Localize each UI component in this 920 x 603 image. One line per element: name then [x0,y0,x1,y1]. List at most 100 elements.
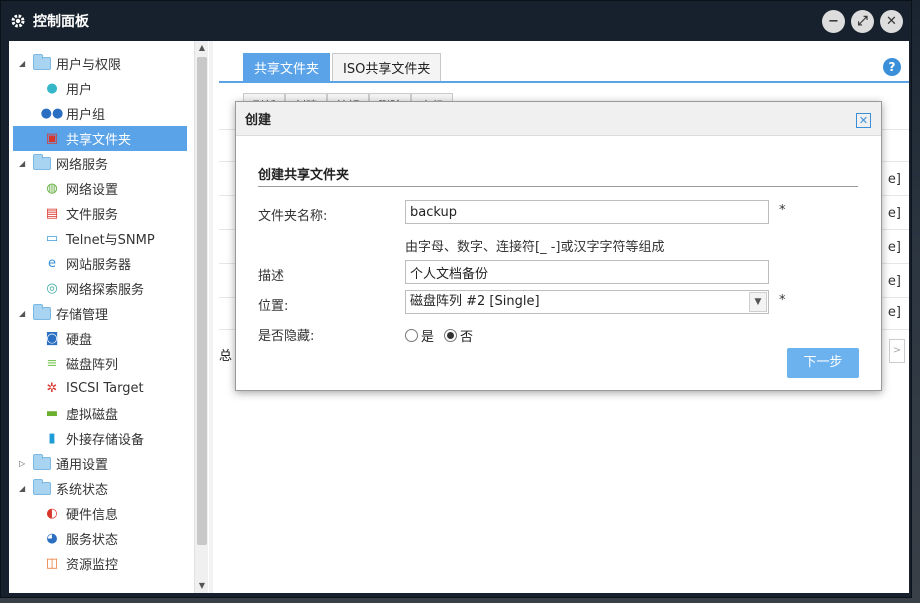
sidebar-group-label: 用户与权限 [56,58,122,73]
file-service-icon: ▤ [45,206,59,221]
iscsi-icon: ✲ [46,381,58,396]
sidebar-item-label: ISCSI Target [66,381,144,396]
description-input[interactable] [405,260,769,284]
sidebar-group-label: 存储管理 [56,308,109,323]
expand-arrow-icon[interactable]: ◢ [19,59,33,68]
sidebar-item-label: 共享文件夹 [66,133,132,148]
sidebar-group[interactable]: ◢ 存储管理 [9,301,209,326]
dialog-title: 创建 [245,113,272,128]
sidebar-item-label: Telnet与SNMP [66,233,155,248]
sidebar-item[interactable]: ▮ 外接存储设备 [9,426,209,451]
dialog-header: 创建 [236,102,881,136]
section-divider [258,186,858,187]
next-page-button[interactable]: > [889,339,905,363]
sidebar-item[interactable]: ◕ 服务状态 [9,526,209,551]
next-step-button[interactable]: 下一步 [787,348,859,378]
expand-arrow-icon[interactable]: ◢ [19,159,33,168]
sidebar-item-label: 网络设置 [66,183,119,198]
sidebar-item-label: 文件服务 [66,208,119,223]
expand-arrow-icon[interactable]: ◢ [19,484,33,493]
sidebar-item[interactable]: ◎ 网络探索服务 [9,276,209,301]
location-select[interactable]: 磁盘阵列 #2 [Single] ▼ [405,290,769,314]
hardware-info-icon: ◐ [46,506,58,521]
sidebar-item-label: 资源监控 [66,558,119,573]
folder-icon [33,304,51,320]
sidebar-item[interactable]: ▭ Telnet与SNMP [9,226,209,251]
table-row-cell: e] [887,305,901,320]
sidebar-item-label: 服务状态 [66,533,119,548]
sidebar-item[interactable]: e 网站服务器 [9,251,209,276]
tab-iso-shared-folder[interactable]: ISO共享文件夹 [332,53,442,81]
minimize-button[interactable]: − [822,9,845,33]
sidebar-item-label: 磁盘阵列 [66,358,119,373]
sidebar-group-label: 系统状态 [56,483,109,498]
folder-icon [33,479,51,495]
raid-icon: ≡ [46,356,58,371]
sidebar-item[interactable]: ◍ 网络设置 [9,176,209,201]
sidebar-tree: ◢ 用户与权限 ● 用户 ●● 用户组 ▣ 共享文件夹 ◢ 网络服务 ◍ 网络设置 ▤ 文件服务 ▭ Teln… [9,41,209,576]
sidebar-group[interactable]: ◢ 用户与权限 [9,51,209,76]
collapse-arrow-icon[interactable]: ▷ [19,459,33,468]
sidebar-group-label: 通用设置 [56,458,109,473]
scroll-down-icon[interactable]: ▼ [195,579,209,593]
resource-monitor-icon: ◫ [45,556,59,571]
sidebar-item-label: 网络探索服务 [66,283,145,298]
sidebar-group[interactable]: ▷ 通用设置 [9,451,209,476]
maximize-button[interactable]: ⤢ [851,9,874,33]
sidebar-group[interactable]: ◢ 网络服务 [9,151,209,176]
sidebar-item[interactable]: ≡ 磁盘阵列 [9,351,209,376]
hidden-no-radio[interactable] [444,329,458,342]
sidebar-item[interactable]: ● 用户 [9,76,209,101]
tab-bar: 共享文件夹 ISO共享文件夹 [243,53,443,81]
sidebar-item[interactable]: ◫ 资源监控 [9,551,209,576]
hidden-radio-group: 是 否 [405,326,483,345]
watermark-text: 什么值得买 [790,565,895,590]
chevron-down-icon[interactable]: ▼ [749,292,767,312]
sidebar-group[interactable]: ◢ 系统状态 [9,476,209,501]
sidebar-item[interactable]: ▬ 虚拟磁盘 [9,401,209,426]
location-label: 位置: [258,299,289,314]
hidden-no-label: 否 [460,330,474,345]
section-title: 创建共享文件夹 [258,168,350,183]
help-icon[interactable]: ? [883,58,901,76]
window-title: 控制面板 [33,14,89,30]
sidebar-item[interactable]: ▤ 文件服务 [9,201,209,226]
required-mark: * [779,203,786,218]
watermark: 值 什么值得买 [752,560,895,592]
sidebar-item-label: 虚拟磁盘 [66,408,119,423]
required-mark: * [779,293,786,308]
scrollbar-thumb[interactable] [197,57,207,545]
user-group-icon: ●● [40,106,64,121]
folder-name-input[interactable] [405,200,769,224]
hidden-yes-label: 是 [421,330,435,345]
sidebar-item[interactable]: ●● 用户组 [9,101,209,126]
tab-shared-folder[interactable]: 共享文件夹 [243,53,331,81]
title-bar: 控制面板 − ⤢ ✕ [1,1,911,41]
sidebar-item-label: 硬盘 [66,333,93,348]
table-row-cell: e] [887,206,901,221]
sidebar-item-label: 网站服务器 [66,258,132,273]
virtual-disk-icon: ▬ [45,406,59,421]
expand-arrow-icon[interactable]: ◢ [19,309,33,318]
sidebar-scrollbar[interactable]: ▲ ▼ [194,41,208,593]
folder-icon [33,154,51,170]
service-status-icon: ◕ [46,531,58,546]
table-row-cell: e] [887,240,901,255]
folder-name-label: 文件夹名称: [258,209,328,224]
shared-folder-icon: ▣ [45,131,59,146]
hidden-yes-radio[interactable] [405,329,418,342]
sidebar-item[interactable]: ◙ 硬盘 [9,326,209,351]
tab-underline [219,81,909,83]
sidebar-item[interactable]: ▣ 共享文件夹 [13,126,187,151]
dialog-close-button[interactable]: ✕ [856,113,871,128]
total-count-label: 总 [219,349,233,364]
external-storage-icon: ▮ [48,431,56,446]
sidebar-item[interactable]: ✲ ISCSI Target [9,376,209,401]
user-icon: ● [46,81,58,96]
hidden-label: 是否隐藏: [258,329,315,344]
sidebar-item[interactable]: ◐ 硬件信息 [9,501,209,526]
close-window-button[interactable]: ✕ [880,9,903,33]
gear-icon [9,12,27,30]
scroll-up-icon[interactable]: ▲ [195,41,209,55]
location-selected-value: 磁盘阵列 #2 [Single] [410,294,540,309]
